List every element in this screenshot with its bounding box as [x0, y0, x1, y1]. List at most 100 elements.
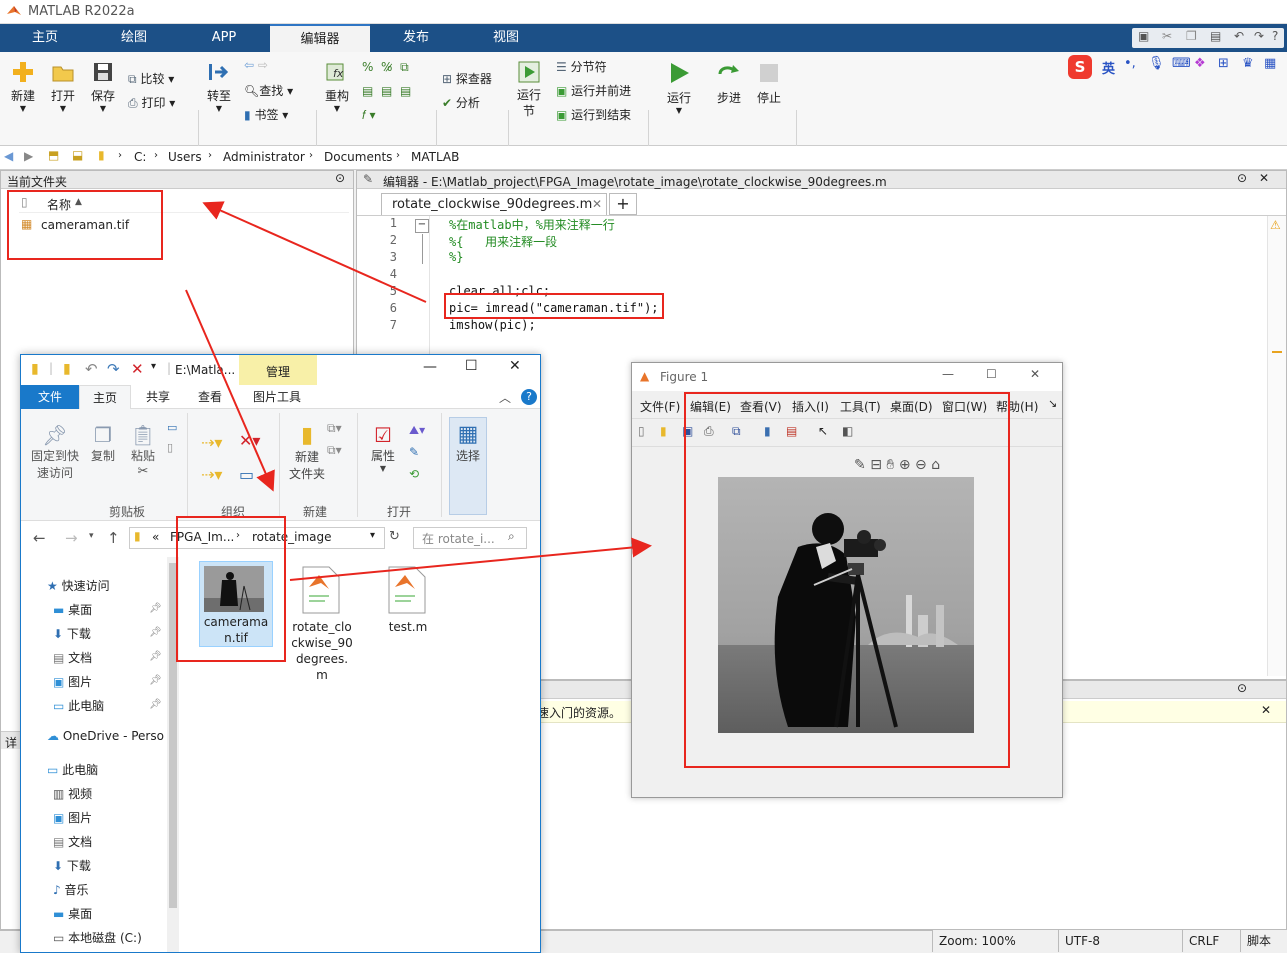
- select-button[interactable]: ▦ 选择: [449, 417, 487, 515]
- sidebar-item-music[interactable]: ♪ 音乐: [53, 881, 89, 898]
- path-segment[interactable]: Documents: [324, 150, 392, 164]
- punctuation-icon[interactable]: •,: [1124, 56, 1136, 71]
- warning-marker[interactable]: [1272, 351, 1282, 353]
- gamepad-icon[interactable]: ⊞: [1218, 56, 1229, 71]
- refactor-button[interactable]: fx 重构 ▼: [320, 60, 354, 113]
- paste-shortcut-icon[interactable]: ▯: [167, 441, 173, 454]
- easy-access-icon[interactable]: ⧉▾: [327, 443, 342, 458]
- comment-toggle-icons[interactable]: % %̷ ⧉: [362, 60, 409, 75]
- copy-path-icon[interactable]: ▭: [167, 421, 177, 434]
- step-button[interactable]: 步进: [710, 60, 748, 106]
- tab-share[interactable]: 共享: [133, 385, 183, 409]
- delete-icon[interactable]: ✕: [131, 360, 144, 378]
- properties-button[interactable]: ☑ 属性 ▼: [363, 423, 403, 473]
- tab-publish[interactable]: 发布: [380, 24, 452, 52]
- new-figure-icon[interactable]: ▯: [638, 424, 645, 438]
- sidebar-item-onedrive[interactable]: ☁ OneDrive - Perso: [47, 729, 164, 743]
- tab-plots[interactable]: 绘图: [98, 24, 170, 52]
- panel-menu-icon[interactable]: ⊙: [1237, 681, 1247, 695]
- section-break-button[interactable]: ☰ 分节符: [556, 58, 607, 75]
- redo-icon[interactable]: ↷: [107, 360, 120, 378]
- sidebar-item-quick-access[interactable]: ★ 快速访问: [47, 577, 110, 594]
- bookmark-button[interactable]: ▮ 书签 ▾: [244, 106, 288, 123]
- up-folder-icon[interactable]: ⬒: [48, 148, 59, 162]
- panel-menu-icon[interactable]: ⊙: [335, 171, 345, 185]
- sidebar-item-pictures[interactable]: ▣ 图片: [53, 809, 92, 826]
- path-segment[interactable]: Administrator: [223, 150, 305, 164]
- close-icon[interactable]: ✕: [1030, 367, 1040, 381]
- open-icon[interactable]: ⛰▾: [409, 423, 425, 438]
- print-button[interactable]: ⎙ 打印 ▾: [128, 94, 175, 111]
- browse-folder-icon[interactable]: ⬓: [72, 148, 83, 162]
- path-segment[interactable]: Users: [168, 150, 202, 164]
- tab-view[interactable]: 视图: [470, 24, 542, 52]
- run-button[interactable]: 运行 ▼: [660, 60, 698, 115]
- tab-home[interactable]: 主页: [79, 385, 131, 410]
- recent-chevron-icon[interactable]: ▾: [89, 531, 94, 541]
- maximize-icon[interactable]: ☐: [465, 358, 478, 374]
- info-text[interactable]: 速入门的资源。: [537, 704, 621, 721]
- refresh-icon[interactable]: ↻: [389, 529, 400, 544]
- ime-language[interactable]: 英: [1102, 58, 1115, 77]
- grid-icon[interactable]: ▦: [1264, 56, 1276, 71]
- manage-tab[interactable]: 管理: [239, 355, 317, 385]
- run-to-end-button[interactable]: ▣ 运行到结束: [556, 106, 631, 123]
- pin-icon[interactable]: 📌︎: [149, 699, 162, 710]
- new-item-icon[interactable]: ⧉▾: [327, 421, 342, 436]
- sidebar-item-this-pc[interactable]: ▭ 此电脑: [47, 761, 98, 778]
- dock-arrow-icon[interactable]: ↘: [1048, 397, 1057, 410]
- sidebar-item-downloads[interactable]: ⬇ 下载: [53, 625, 91, 642]
- sidebar-item-documents[interactable]: ▤ 文档: [53, 649, 92, 666]
- sidebar-item-videos[interactable]: ▥ 视频: [53, 785, 92, 802]
- back-arrow-icon[interactable]: ←: [33, 529, 46, 547]
- keyboard-icon[interactable]: ⌨: [1172, 56, 1191, 71]
- sidebar-item-documents[interactable]: ▤ 文档: [53, 833, 92, 850]
- new-folder-button[interactable]: ▮ 新建 文件夹: [285, 423, 329, 482]
- close-icon[interactable]: ✕: [509, 358, 521, 374]
- collapse-ribbon-icon[interactable]: ︿: [499, 389, 511, 406]
- move-to-icon[interactable]: ⇢▾: [201, 433, 222, 452]
- path-segment[interactable]: C:: [134, 150, 146, 164]
- path-segment[interactable]: MATLAB: [411, 150, 459, 164]
- scissors-icon[interactable]: ✂: [125, 464, 161, 479]
- edit-icon[interactable]: ✎: [409, 445, 419, 459]
- minimize-icon[interactable]: —: [423, 359, 437, 375]
- new-tab-button[interactable]: +: [609, 193, 637, 215]
- open-icon[interactable]: ▮: [660, 424, 667, 438]
- tab-file[interactable]: 文件: [21, 385, 79, 409]
- sidebar-item-pictures[interactable]: ▣ 图片: [53, 673, 92, 690]
- sidebar-item-downloads[interactable]: ⬇ 下载: [53, 857, 91, 874]
- help-icon[interactable]: ?: [521, 389, 537, 405]
- help-icon[interactable]: ?: [1272, 29, 1278, 43]
- minimize-icon[interactable]: —: [942, 367, 954, 381]
- tab-apps[interactable]: APP: [188, 24, 260, 52]
- delete-icon[interactable]: ✕▾: [239, 431, 260, 450]
- sogou-logo-icon[interactable]: S: [1068, 55, 1092, 79]
- undo-icon[interactable]: ↶: [85, 360, 98, 378]
- search-icon[interactable]: ⌕: [508, 529, 515, 544]
- cut-icon[interactable]: ✂: [1162, 29, 1172, 43]
- forward-arrow-icon[interactable]: ▶: [24, 149, 33, 163]
- search-input[interactable]: 在 rotate_i... ⌕: [413, 527, 527, 549]
- maximize-icon[interactable]: ☐: [986, 367, 997, 381]
- compare-button[interactable]: ⧉ 比较 ▾: [128, 70, 174, 87]
- copy-button[interactable]: ❐ 复制: [85, 423, 121, 464]
- analyze-button[interactable]: ✔ 分析: [442, 94, 480, 111]
- up-arrow-icon[interactable]: ↑: [107, 529, 120, 547]
- microphone-icon[interactable]: 🎙︎: [1148, 56, 1165, 71]
- tab-close-icon[interactable]: ✕: [592, 197, 602, 211]
- open-button[interactable]: 打开 ▼: [46, 60, 80, 113]
- redo-icon[interactable]: ↷: [1254, 29, 1264, 43]
- menu-file[interactable]: 文件(F): [640, 398, 680, 415]
- run-section-button[interactable]: 运行 节: [512, 60, 546, 119]
- copy-icon[interactable]: ❐: [1186, 29, 1197, 43]
- tab-picture-tools[interactable]: 图片工具: [243, 385, 311, 409]
- save-icon[interactable]: ▣: [1138, 29, 1149, 43]
- pin-icon[interactable]: 📌︎: [149, 603, 162, 614]
- skin-icon[interactable]: ❖: [1194, 56, 1206, 71]
- new-button[interactable]: 新建 ▼: [6, 60, 40, 113]
- customize-chevron-icon[interactable]: ▾: [151, 361, 156, 372]
- panel-menu-icon[interactable]: ⊙: [1237, 171, 1247, 185]
- pin-quick-access-button[interactable]: 📌︎ 固定到快 速访问: [29, 423, 81, 481]
- rename-icon[interactable]: ▭: [239, 465, 254, 484]
